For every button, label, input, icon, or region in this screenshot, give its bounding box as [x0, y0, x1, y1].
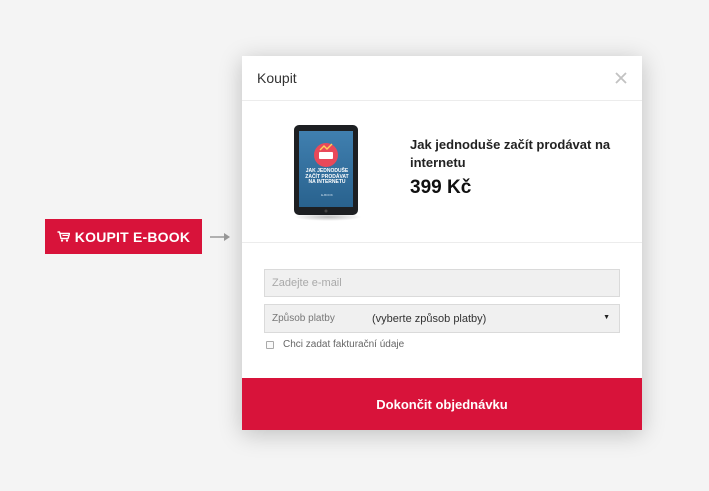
tablet-shadow: [294, 213, 362, 221]
payment-method-label: Způsob platby: [272, 313, 335, 324]
email-field[interactable]: [264, 269, 620, 297]
product-price: 399 Kč: [410, 177, 472, 198]
complete-order-button[interactable]: Dokončit objednávku: [242, 378, 642, 430]
invoice-checkbox-row: Chci zadat fakturační údaje: [264, 339, 620, 350]
payment-method-select[interactable]: Způsob platby (vyberte způsob platby) ▼: [264, 304, 620, 333]
close-icon[interactable]: [615, 72, 627, 84]
payment-method-value: (vyberte způsob platby): [372, 312, 487, 325]
ebook-cover-subtitle: E-BOOK: [321, 193, 333, 197]
purchase-modal: Koupit JAK JEDNODUŠE ZAČÍT PRODÁVAT NA I…: [242, 56, 642, 430]
arrow-right-icon: [210, 233, 230, 241]
invoice-checkbox[interactable]: [266, 340, 274, 349]
order-form: Způsob platby (vyberte způsob platby) ▼ …: [264, 269, 620, 350]
ebook-cover-title: JAK JEDNODUŠE ZAČÍT PRODÁVAT NA INTERNET…: [305, 168, 349, 185]
caret-down-icon: ▼: [603, 314, 610, 321]
modal-header: Koupit: [242, 56, 642, 101]
buy-ebook-label: KOUPIT E-BOOK: [74, 228, 191, 245]
modal-title: Koupit: [257, 70, 297, 86]
complete-order-label: Dokončit objednávku: [376, 396, 508, 412]
product-summary: JAK JEDNODUŠE ZAČÍT PRODÁVAT NA INTERNET…: [242, 101, 642, 243]
product-name: Jak jednoduše začít prodávat na internet…: [410, 137, 611, 170]
invoice-checkbox-label: Chci zadat fakturační údaje: [283, 339, 405, 350]
buy-ebook-button[interactable]: KOUPIT E-BOOK: [45, 219, 202, 254]
cart-icon: [57, 231, 70, 242]
